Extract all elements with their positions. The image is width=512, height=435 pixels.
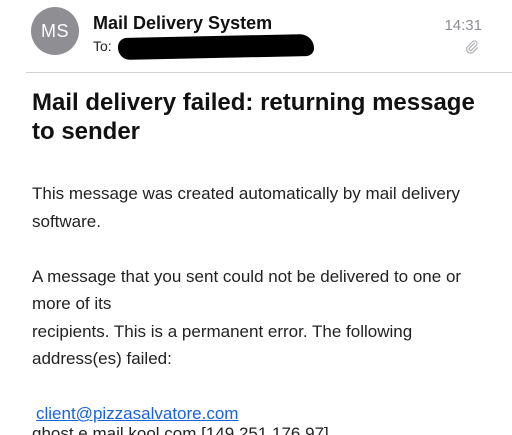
avatar-initials: MS	[41, 20, 69, 41]
email-view: MS Mail Delivery System To: 14:31 Mail d…	[0, 0, 512, 435]
redaction-mark	[117, 33, 315, 61]
to-label: To:	[93, 38, 112, 54]
header-divider	[26, 72, 512, 73]
sender-name[interactable]: Mail Delivery System	[93, 13, 272, 34]
cutoff-text: ghost.e.mail.kool.com [149.251.176.97]	[32, 424, 329, 435]
body-paragraph: This message was created automatically b…	[32, 184, 461, 231]
message-body: This message was created automatically b…	[32, 180, 492, 428]
body-paragraph: recipients. This is a permanent error. T…	[32, 321, 413, 369]
avatar[interactable]: MS	[31, 7, 79, 55]
paperclip-icon	[466, 40, 478, 54]
message-subject: Mail delivery failed: returning message …	[32, 89, 475, 145]
message-header: MS Mail Delivery System To: 14:31	[0, 0, 512, 72]
body-paragraph: A message that you sent could not be del…	[32, 266, 462, 314]
recipient-line[interactable]: To:	[93, 38, 112, 54]
message-time: 14:31	[444, 17, 482, 34]
